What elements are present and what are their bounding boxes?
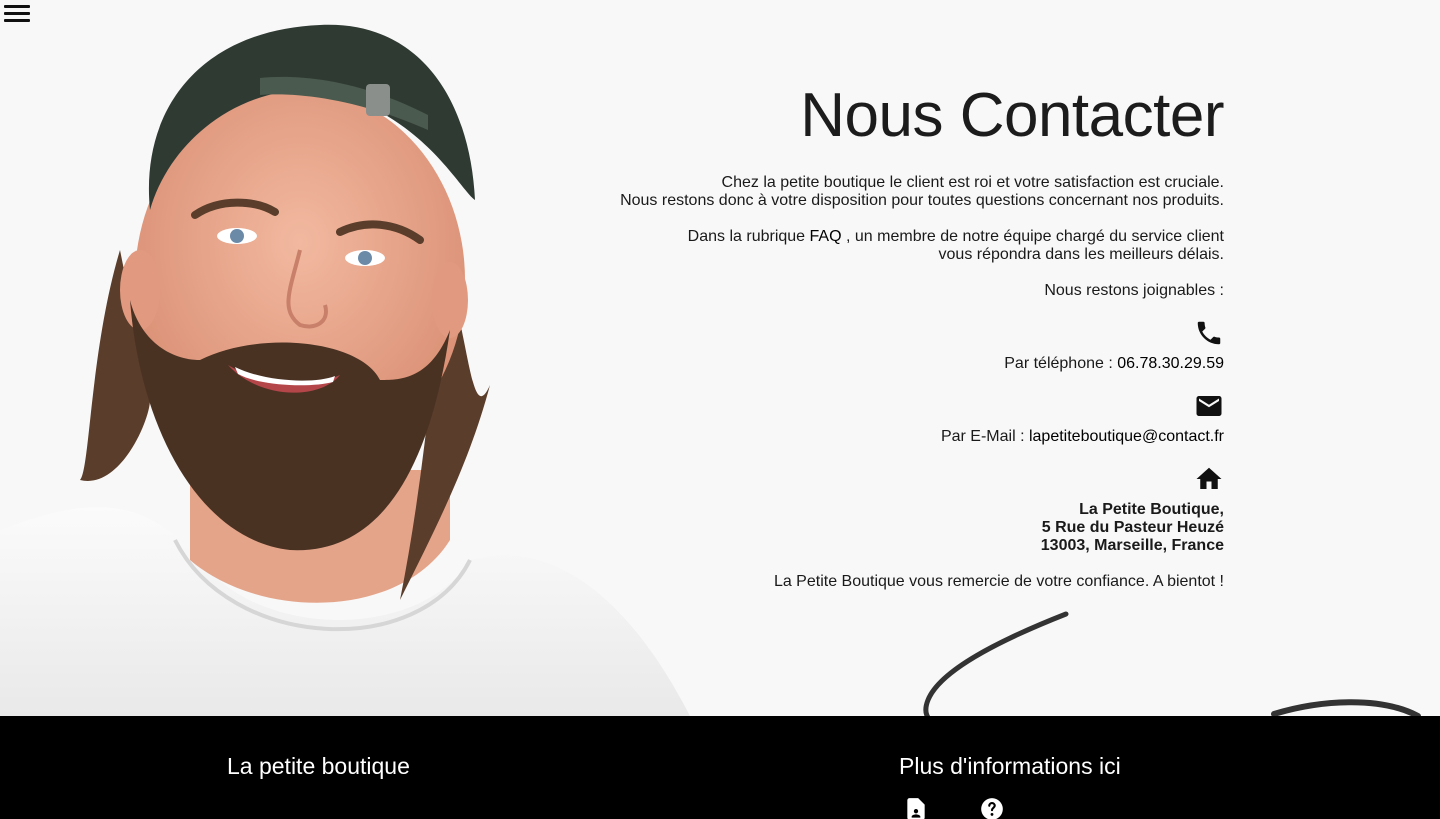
faq-link[interactable]: FAQ [810, 228, 842, 245]
intro-paragraph: Chez la petite boutique le client est ro… [524, 174, 1224, 210]
thanks-text: La Petite Boutique vous remercie de votr… [773, 573, 1224, 590]
contact-content: Nous Contacter Chez la petite boutique l… [524, 82, 1224, 609]
page-title: Nous Contacter [800, 81, 1224, 150]
address-line-3: 13003, Marseille, France [1040, 537, 1224, 554]
faq-line-2: vous répondra dans les meilleurs délais. [938, 246, 1224, 263]
hero-section: Nous Contacter Chez la petite boutique l… [0, 0, 1440, 716]
home-icon [1196, 467, 1222, 489]
decorative-scribble [923, 611, 1421, 716]
phone-contact: Par téléphone : 06.78.30.29.59 [524, 318, 1224, 373]
email-contact: Par E-Mail : lapetiteboutique@contact.fr [524, 391, 1224, 446]
faq-prefix: Dans la rubrique [687, 228, 806, 245]
contact-file-icon[interactable] [903, 796, 929, 819]
email-label: Par E-Mail : [940, 428, 1025, 445]
mail-icon [1196, 396, 1222, 416]
faq-paragraph: Dans la rubrique FAQ , un membre de notr… [524, 228, 1224, 264]
phone-icon [1197, 321, 1221, 345]
email-link[interactable]: lapetiteboutique@contact.fr [1029, 428, 1224, 445]
help-circle-icon[interactable] [979, 796, 1005, 819]
address-line-2: 5 Rue du Pasteur Heuzé [1041, 519, 1224, 536]
phone-number-link[interactable]: 06.78.30.29.59 [1117, 355, 1224, 372]
footer-brand-title: La petite boutique [227, 753, 410, 779]
footer-info-title: Plus d'informations ici [899, 753, 1121, 779]
intro-line-2: Nous restons donc à votre disposition po… [620, 192, 1224, 209]
address-line-1: La Petite Boutique, [1079, 501, 1224, 518]
reach-text: Nous restons joignables : [1044, 282, 1224, 299]
address-contact: La Petite Boutique, 5 Rue du Pasteur Heu… [524, 464, 1224, 555]
phone-label: Par téléphone : [1004, 355, 1113, 372]
footer: La petite boutique Plus d'informations i… [0, 716, 1440, 819]
address-block: La Petite Boutique, 5 Rue du Pasteur Heu… [524, 501, 1224, 555]
intro-line-1: Chez la petite boutique le client est ro… [721, 174, 1224, 191]
faq-suffix: , un membre de notre équipe chargé du se… [846, 228, 1224, 245]
